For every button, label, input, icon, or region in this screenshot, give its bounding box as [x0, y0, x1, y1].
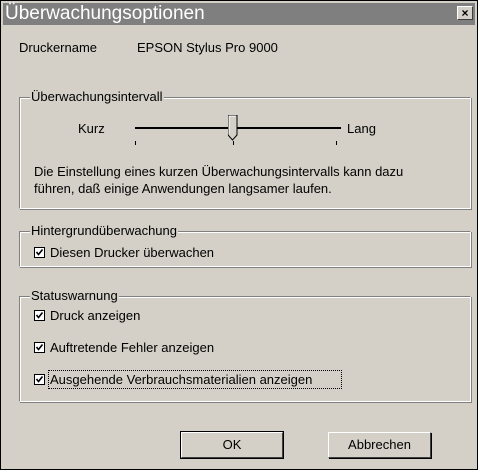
checkmark-icon	[35, 249, 44, 256]
interval-slider-thumb[interactable]	[227, 114, 238, 141]
checkmark-icon	[35, 312, 44, 319]
ok-button[interactable]: OK	[180, 431, 284, 459]
checkmark-icon	[35, 376, 44, 383]
show-errors-label: Auftretende Fehler anzeigen	[50, 340, 215, 355]
slider-tick-max	[336, 141, 337, 145]
cancel-button[interactable]: Abbrechen	[328, 432, 431, 458]
title-bar[interactable]: Überwachungsoptionen ×	[3, 3, 475, 25]
status-group-title: Statuswarnung	[30, 288, 119, 304]
show-print-checkbox[interactable]	[34, 310, 45, 321]
printer-name-value: EPSON Stylus Pro 9000	[137, 40, 278, 55]
monitor-printer-label: Diesen Drucker überwachen	[50, 245, 215, 260]
slider-min-label: Kurz	[78, 121, 105, 136]
slider-tick-min	[135, 141, 136, 145]
slider-tick-mid	[233, 141, 234, 145]
interval-description-line2: führen, daß einige Anwendungen langsamer…	[34, 181, 332, 196]
monitor-printer-checkbox[interactable]	[34, 247, 45, 258]
show-print-label: Druck anzeigen	[50, 308, 141, 323]
printer-name-label: Druckername	[19, 40, 98, 55]
show-errors-checkbox[interactable]	[34, 342, 45, 353]
checkmark-icon	[35, 344, 44, 351]
dialog-title: Überwachungsoptionen	[5, 3, 205, 24]
close-icon: ×	[461, 6, 469, 20]
show-supplies-checkbox[interactable]	[34, 374, 45, 385]
slider-max-label: Lang	[347, 121, 376, 136]
background-group-title: Hintergrundüberwachung	[30, 223, 178, 239]
interval-group-title: Überwachungsintervall	[30, 89, 164, 105]
focus-indicator	[48, 370, 342, 389]
interval-slider-track[interactable]	[135, 127, 341, 129]
monitoring-options-dialog: Überwachungsoptionen × Druckername EPSON…	[0, 0, 478, 470]
close-button[interactable]: ×	[457, 6, 473, 20]
interval-description-line1: Die Einstellung eines kurzen Überwachung…	[34, 164, 404, 179]
